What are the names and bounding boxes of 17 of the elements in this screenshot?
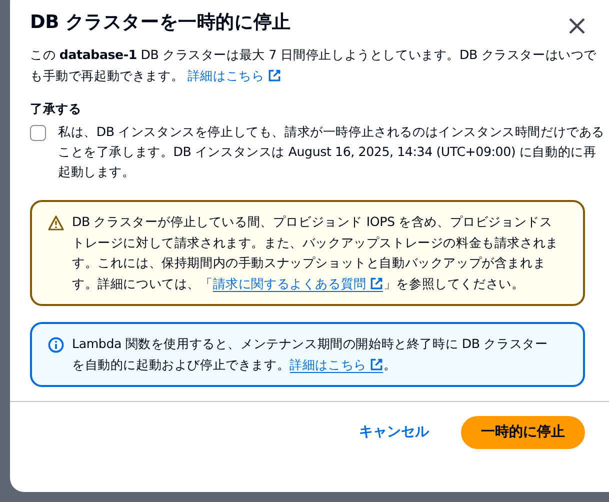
external-link-icon: [370, 358, 384, 371]
checkbox[interactable]: [30, 125, 46, 142]
stop-button[interactable]: 一時的に停止: [461, 416, 585, 450]
external-link-icon: [370, 276, 384, 290]
warning-icon: [48, 215, 64, 232]
external-link[interactable]: 詳細はこちら: [187, 68, 282, 84]
external-link-icon: [268, 69, 282, 82]
info-icon: [48, 337, 64, 354]
dialog-title: DB クラスターを一時的に停止: [30, 12, 291, 34]
cancel-button[interactable]: キャンセル: [347, 416, 441, 450]
alert-text: Lambda 関数を使用すると、メンテナンス期間の開始時と終了時に DB クラスターを自動的に起動および停止できます。詳細はこちら 。: [72, 335, 549, 375]
intro-text: この database-1 DB クラスターは最大 7 日間停止しようとしています。DB クラスターはいつでも手動で再起動できます。 詳細はこちら: [30, 46, 598, 86]
external-link[interactable]: 詳細はこちら: [290, 356, 384, 373]
section-heading: 了承する: [30, 100, 82, 118]
checkbox-label: 私は、DB インスタンスを停止しても、請求が一時停止されるのはインスタンス時間だけであることを了承します。DB インスタンスは August 16, 2025, 14:34 (UTC+09:00) に自動的に再起動します。: [58, 123, 605, 182]
alert-text: DB クラスターが停止している間、プロビジョンド IOPS を含め、プロビジョンドストレージに対して請求されます。また、バックアップストレージの料金も請求されます。これには、保持期間内の手動スナップショットと自動バックアップが含まれます。詳細については、「請求に関するよくある質問 」を参照してください。: [72, 213, 559, 294]
external-link[interactable]: 請求に関するよくある質問: [212, 276, 384, 292]
